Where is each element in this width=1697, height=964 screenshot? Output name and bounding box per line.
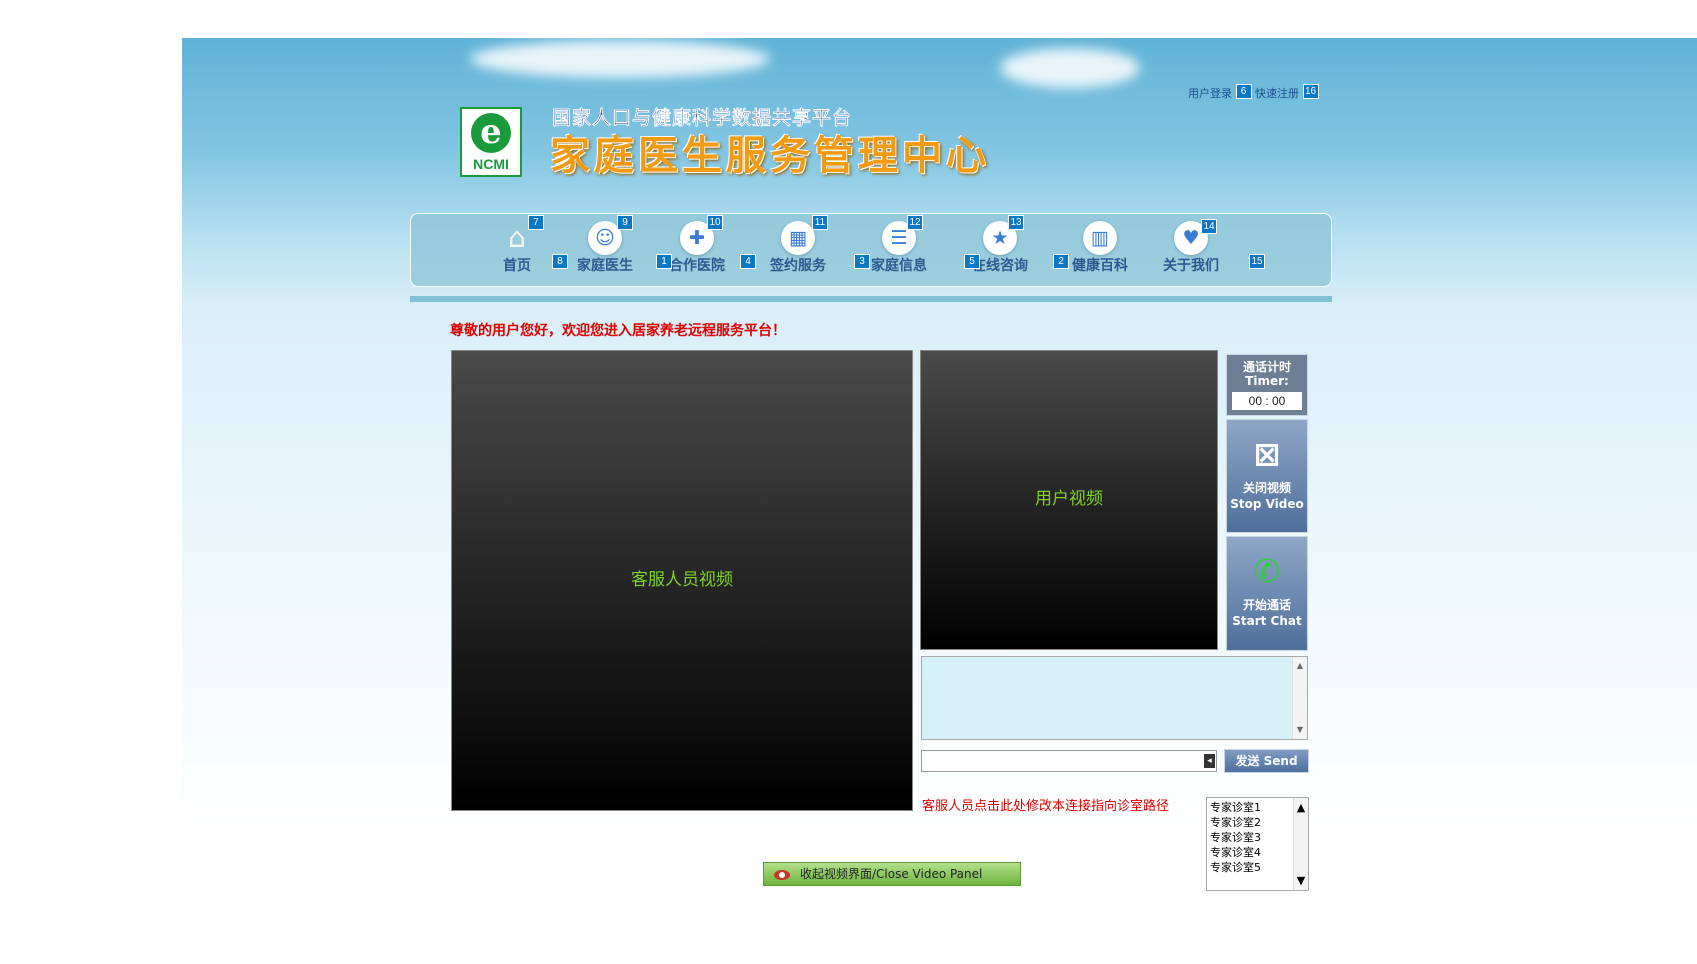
- nav-divider: [410, 296, 1332, 302]
- room-path-link[interactable]: 客服人员点击此处修改本连接指向诊室路径: [922, 798, 1169, 816]
- ncmi-logo: e NCMI: [460, 107, 522, 177]
- chat-log-scrollbar[interactable]: ▲ ▼: [1292, 657, 1307, 739]
- nav-badge: 9: [617, 215, 633, 230]
- login-badge: 6: [1235, 84, 1252, 99]
- nav-badge: 8: [552, 254, 568, 269]
- timer-label-cn: 通话计时: [1242, 360, 1291, 374]
- register-badge: 16: [1302, 84, 1319, 99]
- nav-badge: 10: [707, 215, 723, 230]
- nav-label: 关于我们: [1163, 258, 1219, 274]
- staff-video-panel: 客服人员视频: [451, 350, 913, 811]
- start-chat-button[interactable]: ✆ 开始通话 Start Chat: [1226, 536, 1308, 651]
- nav-badge: 3: [854, 254, 870, 269]
- nav-label: 健康百科: [1072, 258, 1128, 274]
- nav-badge: 13: [1008, 215, 1024, 230]
- nav-item-about-us[interactable]: ♥ 关于我们: [1153, 221, 1229, 277]
- close-panel-label: 收起视频界面/Close Video Panel: [800, 867, 983, 881]
- nav-badge: 4: [740, 254, 756, 269]
- site-subtitle: 国家人口与健康科学数据共享平台: [552, 107, 853, 129]
- scroll-down-icon[interactable]: ▼: [1293, 723, 1307, 737]
- scroll-up-icon[interactable]: ▲: [1294, 800, 1308, 815]
- nav-label: 首页: [503, 258, 531, 274]
- start-chat-label-en: Start Chat: [1232, 614, 1302, 628]
- user-video-panel: 用户视频: [920, 350, 1218, 650]
- phone-call-icon: ✆: [1253, 552, 1281, 590]
- eye-icon: [774, 869, 790, 880]
- nav-badge: 15: [1249, 254, 1265, 269]
- welcome-message: 尊敬的用户您好，欢迎您进入居家养老远程服务平台！: [450, 323, 786, 339]
- stop-video-label-cn: 关闭视频: [1242, 481, 1291, 495]
- chat-log[interactable]: ▲ ▼: [921, 656, 1308, 740]
- scroll-down-icon[interactable]: ▼: [1294, 873, 1308, 888]
- room-list-scrollbar[interactable]: ▲ ▼: [1293, 798, 1308, 890]
- nav-badge: 2: [1053, 254, 1069, 269]
- nav-label: 家庭信息: [871, 258, 927, 274]
- nav-badge: 11: [812, 215, 828, 230]
- start-chat-label-cn: 开始通话: [1242, 598, 1291, 612]
- timer-value: 00 : 00: [1232, 392, 1302, 410]
- nav-badge: 1: [656, 254, 672, 269]
- send-button[interactable]: 发送 Send: [1224, 749, 1309, 773]
- nav-badge: 14: [1201, 219, 1217, 234]
- nav-label: 家庭医生: [577, 258, 633, 274]
- nav-badge: 5: [964, 254, 980, 269]
- message-input[interactable]: [921, 750, 1217, 772]
- book-icon: ▥: [1083, 221, 1117, 255]
- stop-video-label-en: Stop Video: [1230, 497, 1304, 511]
- user-video-label: 用户视频: [1035, 489, 1103, 509]
- account-links: 用户登录 6 快速注册 16: [1188, 84, 1319, 103]
- scroll-up-icon[interactable]: ▲: [1293, 659, 1307, 673]
- site-title: 家庭医生服务管理中心: [550, 133, 990, 179]
- logo-e-mark: e: [471, 113, 511, 153]
- register-link[interactable]: 快速注册: [1255, 85, 1299, 103]
- nav-item-health-encyclopedia[interactable]: ▥ 健康百科: [1062, 221, 1138, 277]
- nav-label: 签约服务: [770, 258, 826, 274]
- cloud-decoration: [470, 40, 770, 78]
- cloud-decoration: [1000, 48, 1140, 88]
- video-off-icon: ⊠: [1253, 435, 1281, 473]
- login-link[interactable]: 用户登录: [1188, 85, 1232, 103]
- nav-badge: 12: [907, 215, 923, 230]
- timer-label-en: Timer:: [1245, 374, 1289, 388]
- logo-text: NCMI: [473, 156, 509, 172]
- close-video-panel-button[interactable]: 收起视频界面/Close Video Panel: [763, 862, 1021, 886]
- nav-item-family-info[interactable]: ☰ 家庭信息: [861, 221, 937, 277]
- call-timer: 通话计时 Timer: 00 : 00: [1226, 354, 1308, 416]
- expert-room-list[interactable]: 专家诊室1 专家诊室2 专家诊室3 专家诊室4 专家诊室5 ▲ ▼: [1206, 797, 1309, 891]
- stop-video-button[interactable]: ⊠ 关闭视频 Stop Video: [1226, 419, 1308, 533]
- input-dropdown-icon[interactable]: ◂: [1204, 754, 1215, 768]
- nav-badge: 7: [528, 215, 544, 230]
- main-navigation: ⌂ 首页 ☺ 家庭医生 ✚ 合作医院 ▦ 签约服务 ☰ 家庭信息 ★ 在线咨询 …: [410, 213, 1332, 287]
- calendar-icon: ▦: [781, 221, 815, 255]
- staff-video-label: 客服人员视频: [631, 570, 733, 590]
